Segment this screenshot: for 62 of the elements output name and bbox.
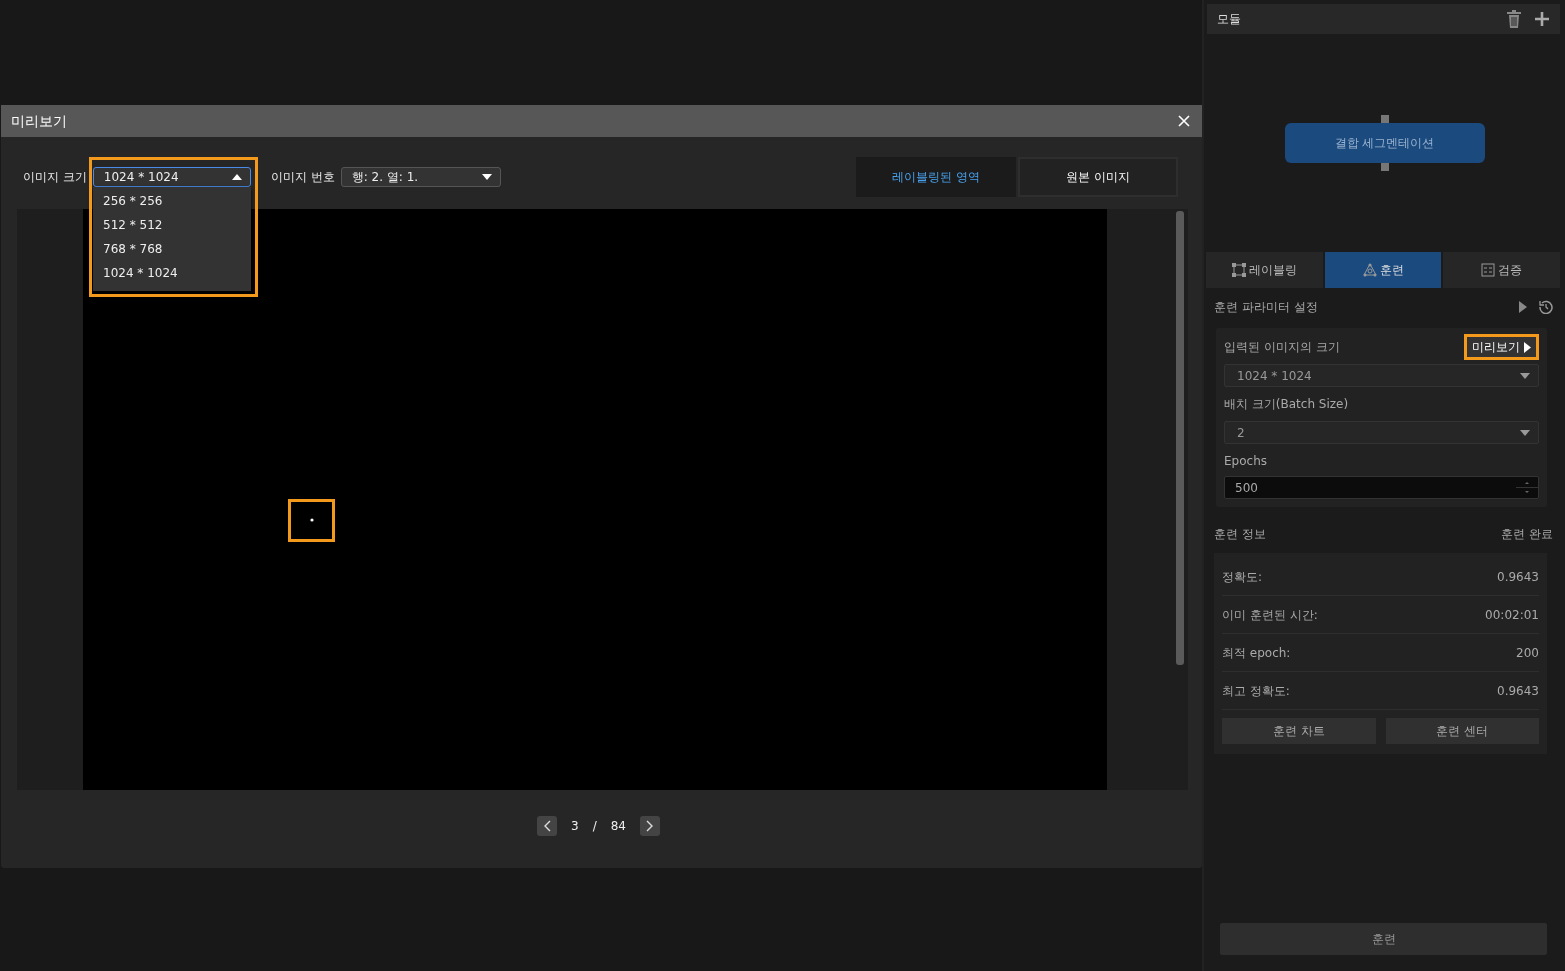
- section-title: 훈련 정보: [1214, 526, 1266, 543]
- window-title: 미리보기: [11, 111, 67, 131]
- info-label: 최고 정확도:: [1222, 682, 1290, 700]
- view-tab[interactable]: 레이블링된 영역: [856, 157, 1016, 197]
- caret-down-icon: [1520, 372, 1530, 379]
- chevron-left-icon: [543, 820, 551, 832]
- history-icon[interactable]: [1539, 300, 1553, 314]
- number-field[interactable]: 500: [1224, 476, 1539, 499]
- chevron-right-icon: [646, 820, 654, 832]
- dropdown-option[interactable]: 1024 * 1024: [93, 261, 251, 285]
- panel-title: 모듈: [1217, 11, 1241, 28]
- connector-port: [1380, 115, 1389, 123]
- connector-port: [1380, 163, 1389, 171]
- info-button[interactable]: 훈련 센터: [1385, 718, 1539, 744]
- next-button[interactable]: [640, 816, 660, 836]
- dropdown-field[interactable]: 1024 * 1024: [1224, 364, 1539, 387]
- info-value: 200: [1516, 644, 1539, 662]
- checklist-icon: [1481, 263, 1496, 277]
- mode-tab[interactable]: 레이블링: [1206, 252, 1323, 288]
- vector-square-icon: [1231, 263, 1246, 277]
- train-button[interactable]: 훈련: [1220, 923, 1547, 955]
- info-label: 최적 epoch:: [1222, 644, 1291, 662]
- scrollbar[interactable]: [1176, 211, 1184, 665]
- info-label: 이미 훈련된 시간:: [1222, 606, 1318, 624]
- play-icon: [1524, 341, 1531, 353]
- dropdown-option[interactable]: 512 * 512: [93, 213, 251, 237]
- dropdown-option[interactable]: 256 * 256: [93, 189, 251, 213]
- info-label: 정확도:: [1222, 568, 1263, 586]
- close-button[interactable]: [1176, 113, 1192, 129]
- info-value: 00:02:01: [1485, 606, 1539, 624]
- module-node[interactable]: 결합 세그멘테이션: [1284, 123, 1485, 163]
- play-icon[interactable]: [1519, 301, 1527, 313]
- field-label: 이미지 크기: [23, 169, 87, 186]
- page-number: 3: [571, 818, 579, 835]
- field-label: Epochs: [1224, 453, 1267, 470]
- info-value: 0.9643: [1497, 682, 1539, 700]
- trash-icon[interactable]: [1506, 10, 1522, 28]
- field-label: 이미지 번호: [270, 169, 335, 186]
- field-label: 입력된 이미지의 크기: [1224, 339, 1340, 356]
- status-text: 훈련 완료: [1501, 526, 1553, 543]
- section-title: 훈련 파라미터 설정: [1214, 299, 1318, 316]
- previous-button[interactable]: [537, 816, 557, 836]
- view-tab[interactable]: 원본 이미지: [1018, 157, 1178, 197]
- field-label: 배치 크기(Batch Size): [1224, 396, 1349, 413]
- mode-tab[interactable]: 훈련: [1324, 252, 1442, 288]
- info-button[interactable]: 훈련 차트: [1222, 718, 1376, 744]
- page-total: 84: [610, 818, 626, 835]
- page-separator: /: [592, 818, 597, 835]
- caret-down-icon: [1520, 429, 1530, 436]
- dropdown-field[interactable]: 2: [1224, 421, 1539, 444]
- network-triangle-icon: [1362, 263, 1377, 277]
- caret-down-icon: [481, 174, 492, 180]
- image-dropdown[interactable]: 행: 2. 열: 1.: [340, 167, 501, 187]
- size-dropdown[interactable]: 1024 * 1024: [92, 167, 251, 187]
- mode-tab[interactable]: 검증: [1443, 252, 1560, 288]
- dropdown-option[interactable]: 768 * 768: [93, 237, 251, 261]
- preview-button[interactable]: 미리보기: [1464, 334, 1539, 360]
- caret-up-icon: [231, 174, 242, 180]
- info-value: 0.9643: [1497, 568, 1539, 586]
- highlight-frame: [288, 499, 335, 542]
- plus-icon[interactable]: [1534, 11, 1550, 27]
- close-icon: [1178, 115, 1190, 127]
